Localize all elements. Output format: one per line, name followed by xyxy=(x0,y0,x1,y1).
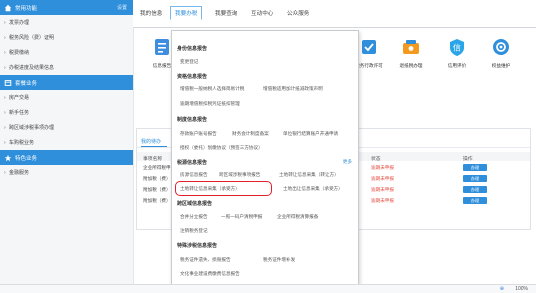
sidebar-item[interactable]: › 办税进度及结果信息 xyxy=(0,60,133,75)
menu-section-title: 制度信息报告 xyxy=(177,117,208,123)
handle-button[interactable]: 办理 xyxy=(463,197,487,204)
menu-section-title: 特殊涉税信息报告 xyxy=(177,243,218,249)
sidebar-section-package[interactable]: 套餐业务 xyxy=(0,75,133,90)
report-icon xyxy=(155,39,169,55)
row-status: 逾期未申报 xyxy=(371,187,394,192)
sidebar-item[interactable]: › 房产交易 xyxy=(0,90,133,105)
zoom-icon[interactable]: ⊕ xyxy=(500,286,504,292)
sidebar-item-label: 税费缴纳 xyxy=(9,50,30,56)
sidebar-item[interactable]: › 车购税业务 xyxy=(0,135,133,150)
highlight-outline xyxy=(175,181,272,196)
menu-item[interactable]: 授权（委托）划缴协议（预签三方协议） xyxy=(180,145,263,151)
sidebar-item[interactable]: › 发票办理 xyxy=(0,15,133,30)
sidebar-item[interactable]: › 税务风险（费）证明 xyxy=(0,30,133,45)
service-rights[interactable]: 权益维护 xyxy=(482,37,520,69)
sidebar-section-title: 套餐业务 xyxy=(15,80,38,87)
status-bar: ⊕ 100% xyxy=(0,284,536,293)
svg-text:信: 信 xyxy=(453,43,461,53)
more-link[interactable]: 更多 xyxy=(343,159,352,165)
menu-section-title: 税源信息报告 xyxy=(177,160,208,166)
sidebar-item-label: 跨区域涉税事项办理 xyxy=(9,125,55,131)
sidebar-section-common[interactable]: 常用功能 设置 xyxy=(0,0,133,15)
rights-icon xyxy=(493,39,509,55)
menu-item[interactable]: 一照一码户清税申报 xyxy=(221,214,262,220)
menu-item[interactable]: 土地转让信息采集（转让方） xyxy=(279,172,339,178)
menu-item[interactable]: 增值税适用加计抵减政策声明 xyxy=(263,86,323,92)
star-icon xyxy=(4,154,12,161)
menu-section-title: 资格信息报告 xyxy=(177,74,208,80)
tab-query[interactable]: 我要查询 xyxy=(215,9,237,17)
menu-item[interactable]: 税务证件增补发 xyxy=(263,257,295,263)
refund-icon xyxy=(403,40,419,54)
sidebar-item-label: 办税进度及结果信息 xyxy=(9,65,55,71)
menu-item[interactable]: 注销税务登记 xyxy=(180,228,208,234)
handle-button[interactable]: 办理 xyxy=(463,175,487,182)
service-label: 退抵税办理 xyxy=(399,63,423,68)
menu-item[interactable]: 跨区域涉税事项报告 xyxy=(219,172,260,178)
sidebar-item[interactable]: › 税费缴纳 xyxy=(0,45,133,60)
todo-tab[interactable]: 我的待办 xyxy=(141,138,161,145)
row-status: 逾期未申报 xyxy=(371,176,394,181)
home-icon xyxy=(4,4,12,11)
service-label: 权益维护 xyxy=(491,63,511,68)
top-navigation: 我的信息 我要办税 我要查询 互动中心 公众服务 xyxy=(133,0,536,28)
menu-item[interactable]: 合并分立报告 xyxy=(180,214,208,220)
menu-section-title: 身份信息报告 xyxy=(177,46,208,52)
sidebar-section-title: 特色业务 xyxy=(15,155,38,162)
menu-section-title: 跨区域信息报告 xyxy=(177,201,213,207)
tab-public-service[interactable]: 公众服务 xyxy=(287,9,309,17)
sidebar-item[interactable]: › 金融服务 xyxy=(0,165,133,180)
sidebar-item-label: 新手任务 xyxy=(9,110,30,116)
column-header-name: 事项名称 xyxy=(143,157,163,162)
row-status: 逾期未申报 xyxy=(371,165,394,170)
service-label: 信用评价 xyxy=(447,63,467,68)
credit-icon: 信 xyxy=(450,39,464,56)
column-header-status: 状态 xyxy=(371,157,381,162)
menu-item[interactable]: 增值税一般纳税人选择简易计税 xyxy=(180,86,244,92)
menu-item[interactable]: 单位银行结算账户开通申请 xyxy=(283,131,338,137)
sidebar-section-title: 常用功能 xyxy=(15,5,38,12)
menu-item[interactable]: 企业所得税清算报备 xyxy=(277,214,318,220)
column-header-action: 操作 xyxy=(463,157,473,162)
sidebar-item[interactable]: › 新手任务 xyxy=(0,105,133,120)
menu-item[interactable]: 土地出让信息采集（承受方） xyxy=(283,186,343,192)
menu-item[interactable]: 房源信息报告 xyxy=(180,172,208,178)
sidebar-settings-link[interactable]: 设置 xyxy=(117,4,127,11)
menu-item[interactable]: 变更登记 xyxy=(180,59,198,65)
handle-button[interactable]: 办理 xyxy=(463,164,487,171)
sidebar-item-label: 车购税业务 xyxy=(9,140,35,146)
handle-button[interactable]: 办理 xyxy=(463,186,487,193)
service-refund[interactable]: 退抵税办理 xyxy=(392,37,430,69)
zoom-level[interactable]: 100% xyxy=(515,286,528,292)
license-icon xyxy=(362,40,376,54)
menu-item[interactable]: 文化事业建设费缴费信息报告 xyxy=(180,271,240,277)
sidebar-section-special[interactable]: 特色业务 xyxy=(0,150,133,165)
menu-item[interactable]: 存款账户账号报告 xyxy=(180,131,217,137)
menu-item[interactable]: 逾期增值税扣税凭证抵扣管理 xyxy=(180,101,240,107)
sidebar-item-label: 房产交易 xyxy=(9,95,30,101)
sidebar-item-label: 发票办理 xyxy=(9,20,30,26)
tab-tax-handling[interactable]: 我要办税 xyxy=(170,6,203,20)
package-icon xyxy=(4,79,12,86)
menu-item[interactable]: 税务证件遗失、损毁报告 xyxy=(180,257,231,263)
sidebar-item-label: 金融服务 xyxy=(9,170,30,176)
row-status: 逾期未申报 xyxy=(371,198,394,203)
sidebar-item[interactable]: › 跨区域涉税事项办理 xyxy=(0,120,133,135)
tax-dropdown-menu: 身份信息报告 变更登记 资格信息报告 增值税一般纳税人选择简易计税 增值税适用加… xyxy=(171,30,359,290)
service-credit[interactable]: 信 信用评价 xyxy=(438,37,476,69)
tab-my-info[interactable]: 我的信息 xyxy=(140,9,162,17)
sidebar-item-label: 税务风险（费）证明 xyxy=(9,35,55,41)
sidebar: 常用功能 设置 › 发票办理 › 税务风险（费）证明 › 税费缴纳 › 办税进度及结果信… xyxy=(0,0,134,293)
tab-interaction[interactable]: 互动中心 xyxy=(251,9,273,17)
menu-item[interactable]: 财务会计制度备案 xyxy=(232,131,269,137)
